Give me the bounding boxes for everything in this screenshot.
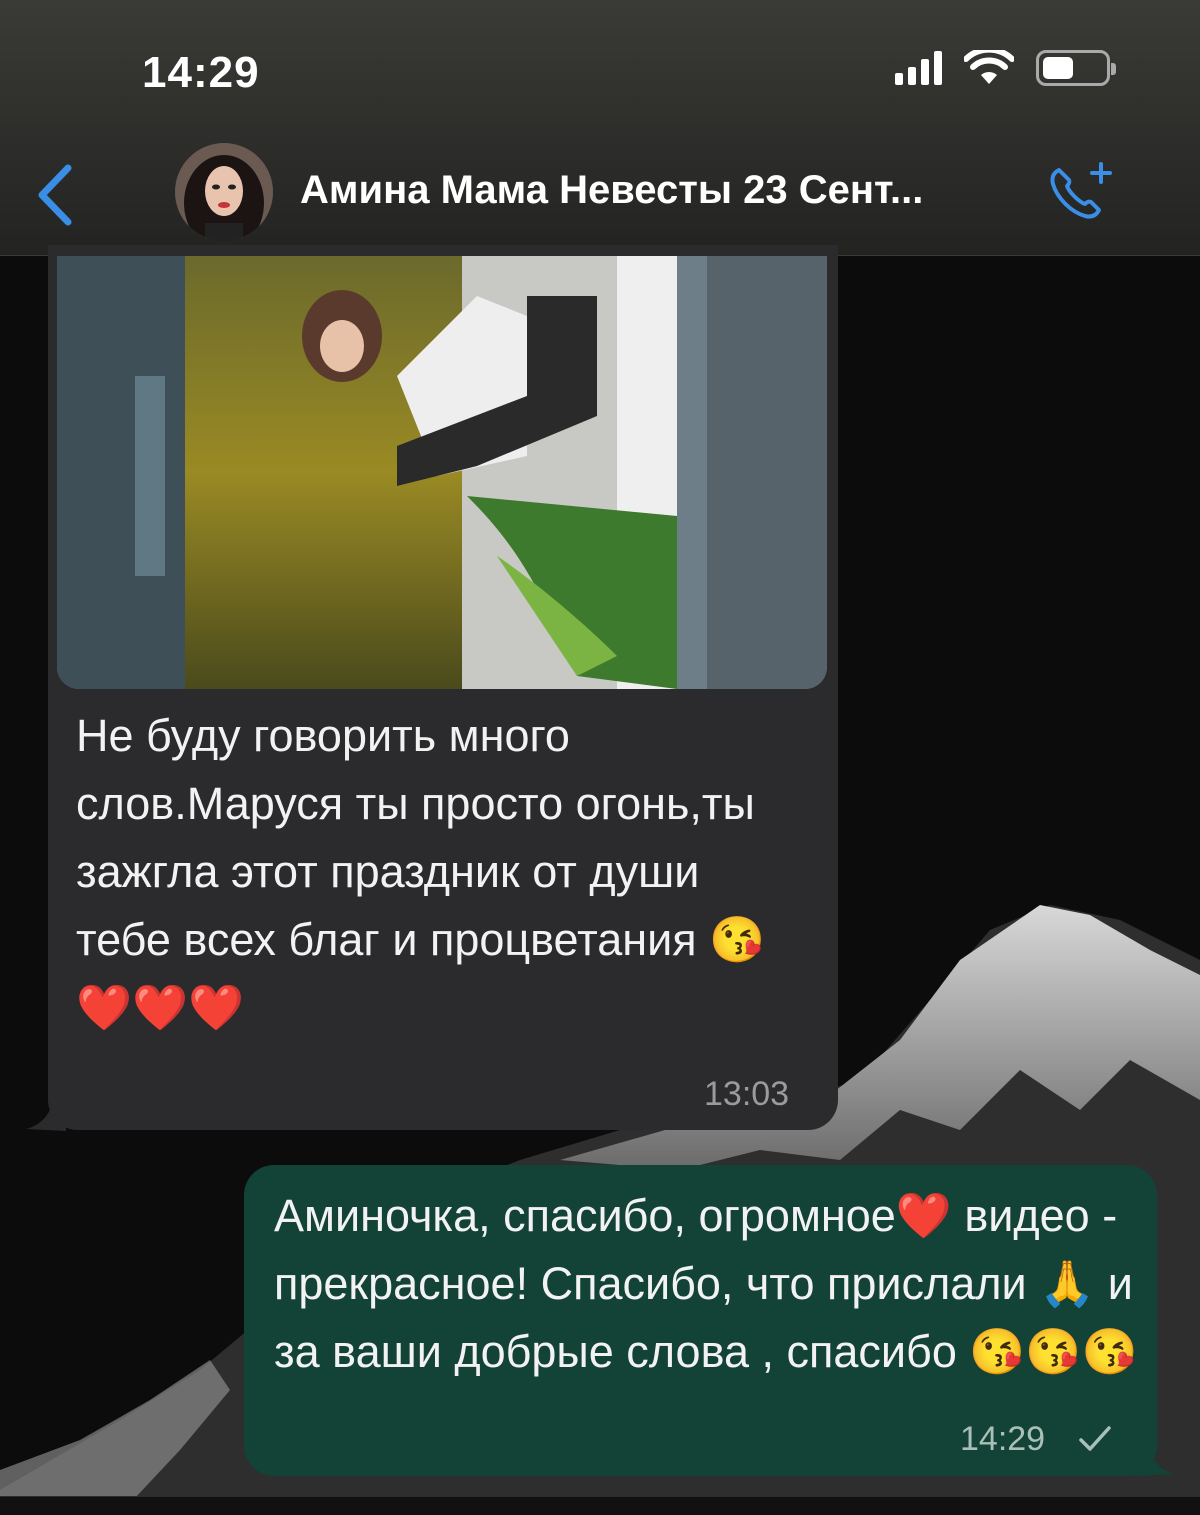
wifi-icon (964, 50, 1014, 84)
avatar[interactable] (175, 143, 273, 241)
cellular-signal-icon (895, 51, 942, 85)
message-time: 13:03 (704, 1075, 790, 1113)
input-bar-edge (0, 1496, 1200, 1515)
single-check-icon (1079, 1426, 1111, 1451)
outgoing-message-text: Аминочка, спасибо, огромное❤️ видео - пр… (274, 1182, 1144, 1386)
message-text: Аминочка, спасибо, огромное (274, 1190, 896, 1241)
chat-title[interactable]: Амина Мама Невесты 23 Сент... (300, 168, 1020, 213)
emoji: 😘 (969, 1326, 1026, 1377)
status-time: 14:29 (142, 48, 260, 97)
emoji: ❤️ (76, 982, 133, 1033)
emoji: 😘 (1025, 1326, 1082, 1377)
emoji: 😘 (1081, 1326, 1138, 1377)
status-icons (895, 50, 1116, 86)
battery-icon (1036, 50, 1116, 86)
emoji: ❤️ (132, 982, 189, 1033)
chevron-left-icon[interactable] (30, 160, 80, 230)
video-thumbnail[interactable] (57, 256, 827, 689)
message-text: Не буду говорить много слов.Маруся ты пр… (76, 710, 755, 965)
message-time: 14:29 (960, 1420, 1046, 1458)
emoji: ❤️ (188, 982, 245, 1033)
emoji: 😘 (709, 914, 766, 965)
chat-header: 14:29 Амина Мама Невесты 23 Сент... (0, 0, 1200, 256)
incoming-message-text: Не буду говорить много слов.Маруся ты пр… (76, 702, 796, 1042)
emoji: 🙏 (1039, 1258, 1096, 1309)
emoji: ❤️ (895, 1190, 952, 1241)
add-call-icon[interactable] (1045, 160, 1117, 224)
